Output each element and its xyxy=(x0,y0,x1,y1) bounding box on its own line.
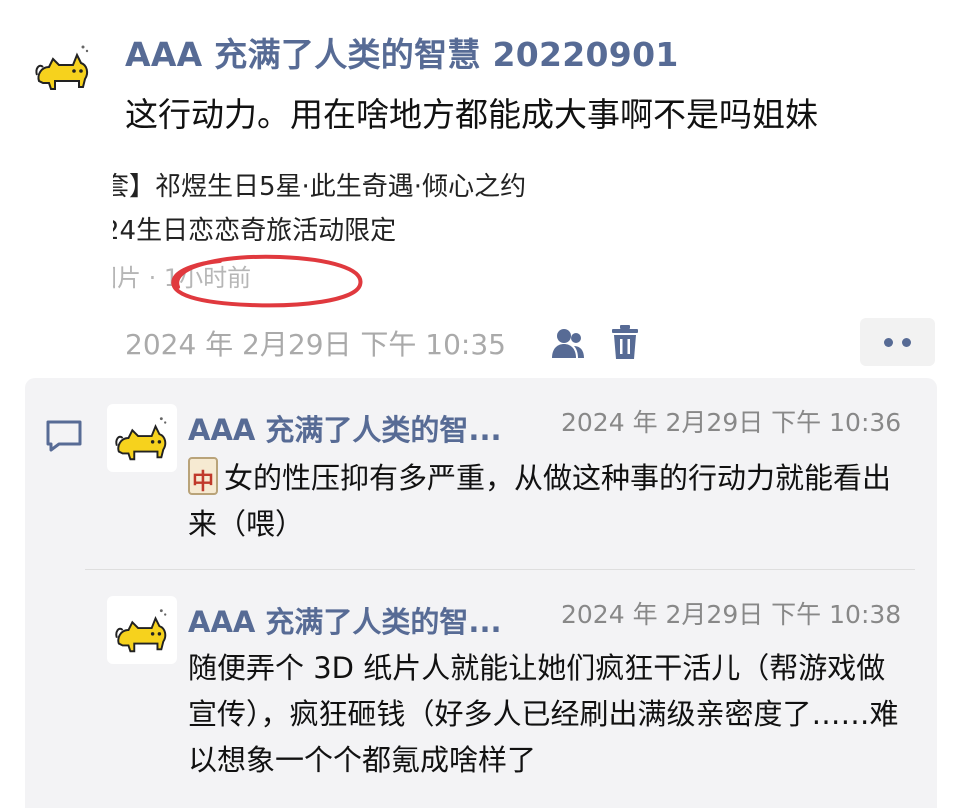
comment-text: 随便弄个 3D 纸片人就能让她们疯狂干活儿（帮游戏做宣传），疯狂砸钱（好多人已经… xyxy=(188,651,899,777)
cat-avatar-icon xyxy=(35,45,89,90)
comment-timestamp: 2024 年 2月29日 下午 10:38 xyxy=(561,600,902,629)
more-options-button[interactable] xyxy=(860,318,935,366)
visibility-button[interactable] xyxy=(548,323,588,363)
comment-divider xyxy=(85,569,915,570)
post-timestamp: 2024 年 2月29日 下午 10:35 xyxy=(125,328,506,361)
more-dots-icon xyxy=(884,338,893,347)
post-avatar[interactable] xyxy=(30,34,96,100)
comment-bubble-icon xyxy=(44,418,84,454)
post-author-name[interactable]: AAA 充满了人类的智慧 20220901 xyxy=(125,28,679,76)
more-dot xyxy=(902,338,911,347)
comment-timestamp: 2024 年 2月29日 下午 10:36 xyxy=(561,408,902,437)
comment-avatar[interactable] xyxy=(107,596,177,664)
quote-title-line: 套】祁煜生日5星·此生奇遇·倾心之约 xyxy=(113,172,527,202)
red-circle-annotation xyxy=(171,254,363,308)
person-group-icon xyxy=(552,329,584,358)
cat-avatar-icon xyxy=(115,609,167,653)
comment-author-name[interactable]: AAA 充满了人类的智... xyxy=(188,407,501,449)
cat-avatar-icon xyxy=(115,417,167,461)
comment-avatar[interactable] xyxy=(107,404,177,472)
comment-text: 中女的性压抑有多严重，从做这种事的行动力就能看出来（喂） xyxy=(188,455,908,547)
mahjong-emoji-icon: 中 xyxy=(188,457,218,495)
comment-author-name[interactable]: AAA 充满了人类的智... xyxy=(188,599,501,641)
comment-body: 女的性压抑有多严重，从做这种事的行动力就能看出来（喂） xyxy=(188,461,892,541)
quote-subtitle-line: 24生日恋恋奇旅活动限定 xyxy=(113,216,397,246)
trash-icon xyxy=(612,325,638,359)
post-text: 这行动力。用在啥地方都能成大事啊不是吗姐妹 xyxy=(125,95,818,134)
delete-button[interactable] xyxy=(605,323,645,363)
